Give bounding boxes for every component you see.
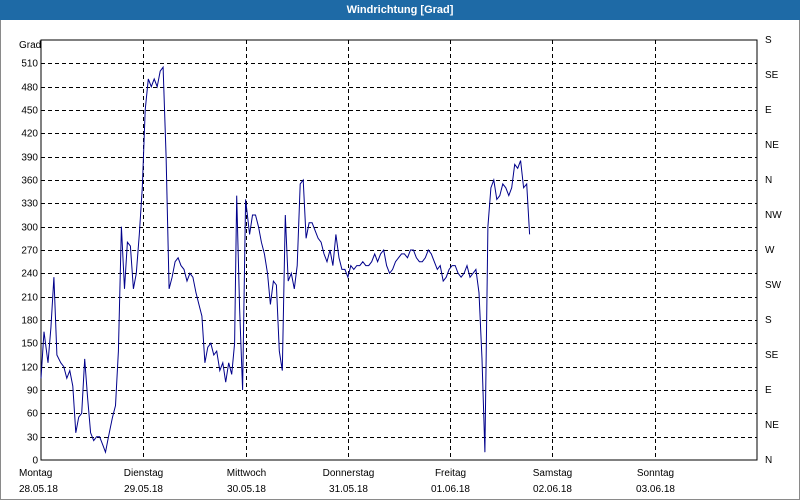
y2-tick-label: NE	[765, 140, 779, 151]
x-tick-date: 30.05.18	[227, 484, 266, 495]
y-tick-label: 0	[32, 456, 38, 467]
wind-direction-chart: Grad 0 30 60 90 120 150 180 210 240 270 300 330 360 3…	[19, 35, 782, 495]
x-tick-day: Dienstag	[124, 468, 163, 479]
y-tick-label: 180	[21, 316, 38, 327]
y2-tick-label: E	[765, 105, 772, 116]
x-tick-day: Montag	[19, 468, 52, 479]
y2-tick-label: S	[765, 315, 772, 326]
y-tick-label: 240	[21, 269, 38, 280]
x-tick-date: 31.05.18	[329, 484, 368, 495]
y-tick-label: 420	[21, 129, 38, 140]
y2-tick-label: SE	[765, 70, 779, 81]
x-tick-day: Samstag	[533, 468, 572, 479]
y-tick-label: 60	[27, 409, 39, 420]
x-tick-date: 01.06.18	[431, 484, 470, 495]
y-tick-label: 450	[21, 106, 38, 117]
y-tick-label: 120	[21, 363, 38, 374]
y2-tick-label: NE	[765, 420, 779, 431]
x-tick-date: 03.06.18	[636, 484, 675, 495]
y-axis-label: Grad	[19, 40, 41, 51]
x-tick-day: Sonntag	[637, 468, 674, 479]
y-tick-label: 270	[21, 246, 38, 257]
y-tick-label: 480	[21, 83, 38, 94]
y-tick-label: 30	[27, 433, 39, 444]
y2-tick-label: SW	[765, 280, 782, 291]
y-tick-label: 210	[21, 293, 38, 304]
y-tick-label: 150	[21, 339, 38, 350]
y2-tick-label: S	[765, 35, 772, 46]
y-tick-label: 330	[21, 199, 38, 210]
x-tick-date: 28.05.18	[19, 484, 58, 495]
y-tick-label: 390	[21, 153, 38, 164]
x-tick-day: Freitag	[435, 468, 466, 479]
x-tick-day: Donnerstag	[323, 468, 375, 479]
y-tick-label: 360	[21, 176, 38, 187]
y2-tick-label: N	[765, 455, 772, 466]
y2-tick-label: NW	[765, 210, 782, 221]
y-tick-label: 510	[21, 59, 38, 70]
x-tick-date: 02.06.18	[533, 484, 572, 495]
y2-tick-label: SE	[765, 350, 779, 361]
x-tick-date: 29.05.18	[124, 484, 163, 495]
y-tick-label: 300	[21, 223, 38, 234]
y2-tick-label: N	[765, 175, 772, 186]
y-tick-label: 90	[27, 386, 39, 397]
y2-tick-label: W	[765, 245, 775, 256]
x-tick-day: Mittwoch	[227, 468, 266, 479]
y2-tick-label: E	[765, 385, 772, 396]
